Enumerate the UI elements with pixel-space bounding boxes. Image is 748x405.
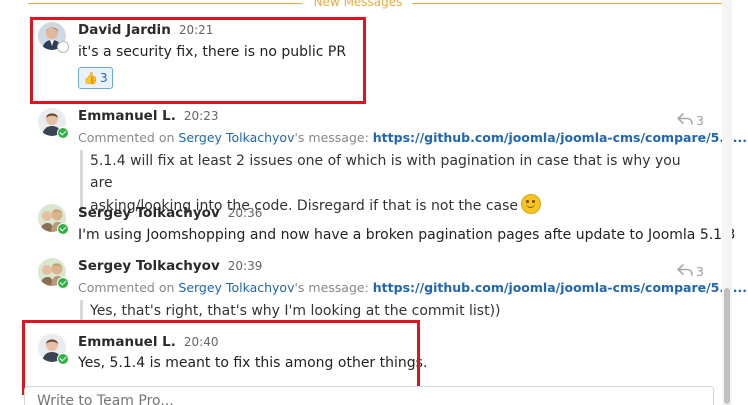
thumbs-up-icon: 👍: [83, 71, 98, 85]
reply-count: 3: [696, 264, 704, 279]
reply-target-author[interactable]: Sergey Tolkachyov: [178, 130, 294, 145]
message-text: it's a security fix, there is no public …: [78, 44, 347, 60]
divider-line-left: [28, 3, 302, 4]
message-header: Sergey Tolkachyov 20:36: [78, 205, 262, 223]
author-name[interactable]: Sergey Tolkachyov: [78, 205, 220, 221]
check-status-icon: [57, 353, 69, 365]
message-input[interactable]: [24, 386, 714, 405]
author-name[interactable]: Sergey Tolkachyov: [78, 258, 220, 274]
message-header: Emmanuel L. 20:40: [78, 334, 219, 352]
scrollbar[interactable]: [722, 0, 732, 405]
reply-prefix: Commented on: [78, 280, 179, 295]
reply-context: Commented on Sergey Tolkachyov's message…: [78, 280, 747, 295]
check-status-icon: [57, 127, 69, 139]
message-header: David Jardin 20:21: [78, 22, 213, 40]
reply-arrow-icon: [677, 113, 693, 128]
avatar[interactable]: [38, 108, 69, 139]
author-name[interactable]: Emmanuel L.: [78, 108, 176, 124]
reply-suffix: 's message:: [294, 130, 373, 145]
timestamp: 20:36: [227, 206, 263, 220]
message-header: Sergey Tolkachyov 20:39: [78, 258, 262, 276]
avatar[interactable]: [38, 204, 69, 235]
reaction-badge[interactable]: 👍 3: [78, 67, 113, 89]
smiley-icon: [521, 194, 542, 214]
avatar[interactable]: [38, 258, 69, 289]
reply-arrow-icon: [677, 264, 693, 279]
timestamp: 20:40: [183, 335, 219, 349]
replies-counter[interactable]: 3: [677, 113, 704, 128]
check-status-icon: [57, 277, 69, 289]
quoted-message: Yes, that's right, that's why I'm lookin…: [80, 300, 690, 322]
reply-link[interactable]: https://github.com/joomla/joomla-cms/com…: [373, 280, 747, 295]
replies-counter[interactable]: 3: [677, 264, 704, 279]
timestamp: 20:21: [178, 23, 214, 37]
new-messages-divider: New Messages: [0, 0, 722, 14]
avatar[interactable]: [38, 22, 69, 53]
timestamp: 20:23: [183, 109, 219, 123]
check-status-icon: [57, 223, 69, 235]
quote-line: Yes, that's right, that's why I'm lookin…: [90, 303, 501, 319]
timestamp: 20:39: [227, 259, 263, 273]
chat-window: New Messages David Jardin 20:21 it's a s…: [0, 0, 748, 405]
scrollbar-thumb[interactable]: [724, 288, 730, 404]
reply-prefix: Commented on: [78, 130, 179, 145]
divider-line-right: [412, 3, 722, 4]
reply-link[interactable]: https://github.com/joomla/joomla-cms/com…: [373, 130, 747, 145]
message-text: Yes, 5.1.4 is meant to fix this among ot…: [78, 355, 428, 371]
reply-target-author[interactable]: Sergey Tolkachyov: [178, 280, 294, 295]
message-text: I'm using Joomshopping and now have a br…: [78, 227, 736, 243]
new-messages-label: New Messages: [313, 0, 403, 9]
author-name[interactable]: David Jardin: [78, 22, 171, 38]
avatar[interactable]: [38, 334, 69, 365]
reply-suffix: 's message:: [294, 280, 373, 295]
message-header: Emmanuel L. 20:23: [78, 108, 219, 126]
reaction-count: 3: [99, 71, 108, 85]
quote-line: 5.1.4 will fix at least 2 issues one of …: [90, 153, 681, 191]
reply-context: Commented on Sergey Tolkachyov's message…: [78, 130, 747, 145]
author-name[interactable]: Emmanuel L.: [78, 334, 176, 350]
reply-count: 3: [696, 113, 704, 128]
offline-status-icon: [57, 41, 69, 53]
